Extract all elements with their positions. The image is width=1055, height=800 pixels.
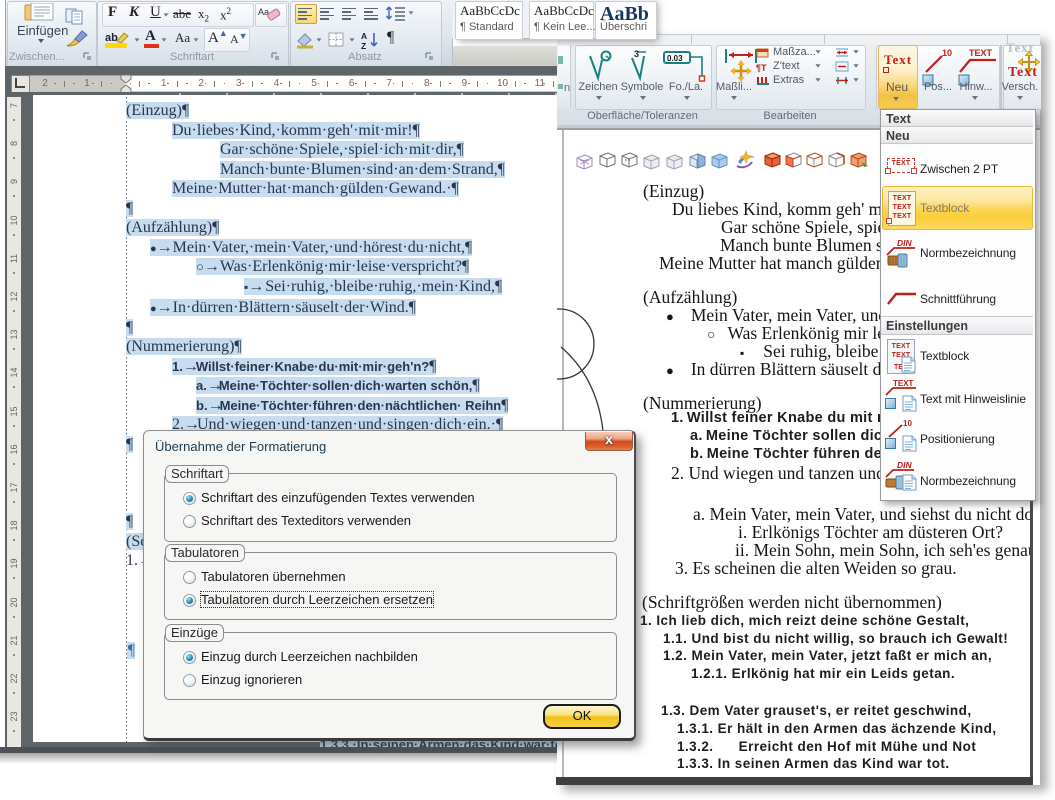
svg-text:DIN: DIN bbox=[897, 460, 913, 470]
svg-text:10: 10 bbox=[903, 419, 912, 428]
svg-text:10: 10 bbox=[942, 48, 952, 58]
svg-text:3: 3 bbox=[634, 49, 639, 59]
svg-text:¶T: ¶T bbox=[756, 63, 767, 73]
svg-text:0.03: 0.03 bbox=[667, 54, 683, 63]
svg-text:DIN: DIN bbox=[897, 238, 913, 248]
svg-text:TEXT: TEXT bbox=[893, 379, 914, 388]
svg-text:TEXT: TEXT bbox=[969, 48, 993, 58]
